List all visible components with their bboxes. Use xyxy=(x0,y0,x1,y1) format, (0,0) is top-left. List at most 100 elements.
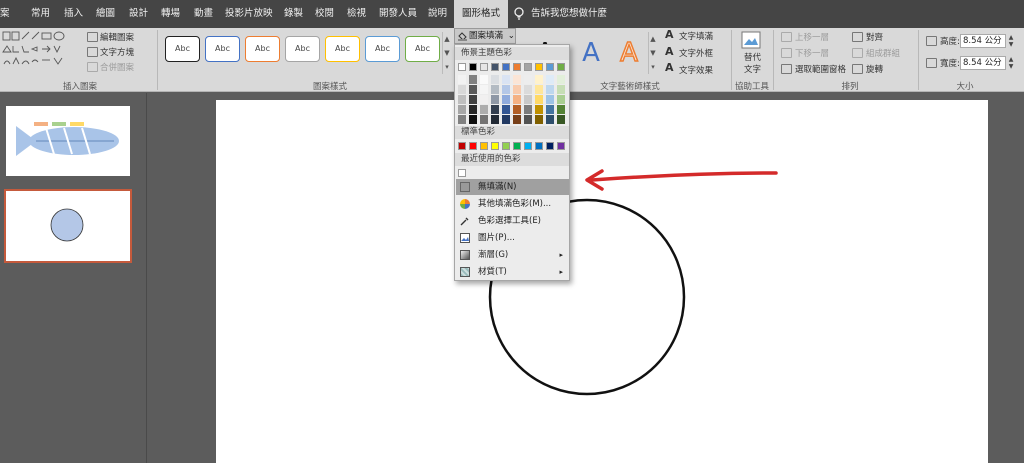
rotate-button[interactable]: 旋轉 xyxy=(866,63,883,75)
theme-shade-swatch[interactable] xyxy=(458,85,466,94)
tab-home[interactable]: 常用 xyxy=(31,0,50,28)
theme-shade-swatch[interactable] xyxy=(502,85,510,94)
theme-shade-swatch[interactable] xyxy=(480,115,488,124)
slide-thumbnail-circle[interactable] xyxy=(4,189,132,263)
edit-shape-button[interactable]: 編輯圖案 xyxy=(100,31,134,43)
wordart-style-2[interactable]: A xyxy=(574,30,608,76)
theme-shade-swatch[interactable] xyxy=(513,115,521,124)
theme-shade-swatch[interactable] xyxy=(524,105,532,114)
wordart-scroll[interactable]: ▲ ▼ ▾ xyxy=(648,32,657,74)
theme-shade-swatch[interactable] xyxy=(557,75,565,84)
shape-style-1[interactable]: Abc xyxy=(165,36,200,62)
theme-shade-swatch[interactable] xyxy=(469,105,477,114)
chevron-down-icon[interactable]: ▼ xyxy=(649,46,657,60)
shape-style-2[interactable]: Abc xyxy=(205,36,240,62)
theme-shade-swatch[interactable] xyxy=(513,95,521,104)
theme-shade-swatch[interactable] xyxy=(491,115,499,124)
alt-text-button-line2[interactable]: 文字 xyxy=(744,63,761,75)
gradient-fill-item[interactable]: 漸層(G) ▸ xyxy=(456,247,569,263)
theme-color-swatch[interactable] xyxy=(469,63,477,71)
theme-color-swatch[interactable] xyxy=(491,63,499,71)
text-effects-button[interactable]: 文字效果 xyxy=(679,64,713,76)
standard-color-swatch[interactable] xyxy=(557,142,565,150)
theme-color-swatch[interactable] xyxy=(557,63,565,71)
theme-shade-swatch[interactable] xyxy=(502,105,510,114)
shape-styles-scroll[interactable]: ▲ ▼ ▾ xyxy=(442,32,451,74)
tab-shape-format[interactable]: 圖形格式 xyxy=(454,0,509,28)
recent-color-white[interactable] xyxy=(458,169,466,177)
theme-shade-swatch[interactable] xyxy=(491,95,499,104)
chevron-down-icon[interactable]: ▼ xyxy=(443,46,451,60)
theme-shade-swatch[interactable] xyxy=(546,75,554,84)
standard-color-swatch[interactable] xyxy=(513,142,521,150)
send-backward-button[interactable]: 下移一層 xyxy=(795,47,829,59)
align-button[interactable]: 對齊 xyxy=(866,31,883,43)
theme-shade-swatch[interactable] xyxy=(546,105,554,114)
tab-insert[interactable]: 插入 xyxy=(64,0,83,28)
theme-shade-swatch[interactable] xyxy=(557,115,565,124)
shape-fill-button[interactable]: 圖案填滿 ⌄ xyxy=(454,28,516,44)
standard-color-swatch[interactable] xyxy=(469,142,477,150)
bring-forward-button[interactable]: 上移一層 xyxy=(795,31,829,43)
height-spinner[interactable]: ▲ ▼ xyxy=(1007,34,1015,48)
tab-animations[interactable]: 動畫 xyxy=(194,0,213,28)
theme-shade-swatch[interactable] xyxy=(535,85,543,94)
text-fill-button[interactable]: 文字填滿 xyxy=(679,30,713,42)
theme-color-swatch[interactable] xyxy=(535,63,543,71)
theme-shade-swatch[interactable] xyxy=(524,115,532,124)
shape-style-4[interactable]: Abc xyxy=(285,36,320,62)
theme-color-swatch[interactable] xyxy=(458,63,466,71)
theme-shade-swatch[interactable] xyxy=(535,75,543,84)
theme-color-swatch[interactable] xyxy=(513,63,521,71)
standard-color-swatch[interactable] xyxy=(535,142,543,150)
theme-shade-swatch[interactable] xyxy=(469,75,477,84)
text-outline-button[interactable]: 文字外框 xyxy=(679,47,713,59)
theme-shade-swatch[interactable] xyxy=(502,115,510,124)
no-fill-item[interactable]: 無填滿(N) xyxy=(456,179,569,195)
standard-color-swatch[interactable] xyxy=(458,142,466,150)
width-spinner[interactable]: ▲ ▼ xyxy=(1007,56,1015,70)
standard-color-swatch[interactable] xyxy=(546,142,554,150)
height-input[interactable]: 8.54 公分 xyxy=(960,34,1006,48)
theme-color-swatch[interactable] xyxy=(480,63,488,71)
theme-shade-swatch[interactable] xyxy=(491,85,499,94)
standard-color-swatch[interactable] xyxy=(524,142,532,150)
theme-shade-swatch[interactable] xyxy=(524,85,532,94)
theme-shade-swatch[interactable] xyxy=(480,95,488,104)
theme-shade-swatch[interactable] xyxy=(458,105,466,114)
text-box-button[interactable]: 文字方塊 xyxy=(100,46,134,58)
theme-shade-swatch[interactable] xyxy=(535,95,543,104)
chevron-up-icon[interactable]: ▲ xyxy=(649,32,657,46)
shape-style-7[interactable]: Abc xyxy=(405,36,440,62)
theme-shade-swatch[interactable] xyxy=(491,75,499,84)
slide-canvas[interactable] xyxy=(216,100,988,463)
shapes-gallery[interactable] xyxy=(2,30,74,74)
theme-shade-swatch[interactable] xyxy=(546,95,554,104)
theme-shade-swatch[interactable] xyxy=(513,85,521,94)
theme-shade-swatch[interactable] xyxy=(535,105,543,114)
shape-style-5[interactable]: Abc xyxy=(325,36,360,62)
theme-shade-swatch[interactable] xyxy=(458,115,466,124)
more-fill-colors-item[interactable]: 其他填滿色彩(M)... xyxy=(456,196,569,212)
tab-file[interactable]: 案 xyxy=(0,0,10,28)
shape-style-3[interactable]: Abc xyxy=(245,36,280,62)
theme-shade-swatch[interactable] xyxy=(480,105,488,114)
tab-draw[interactable]: 繪圖 xyxy=(96,0,115,28)
theme-shade-swatch[interactable] xyxy=(469,95,477,104)
theme-shade-swatch[interactable] xyxy=(502,75,510,84)
alt-text-button-line1[interactable]: 替代 xyxy=(744,51,761,63)
theme-shade-swatch[interactable] xyxy=(469,115,477,124)
theme-shade-swatch[interactable] xyxy=(513,75,521,84)
group-button[interactable]: 組成群組 xyxy=(866,47,900,59)
theme-shade-swatch[interactable] xyxy=(557,105,565,114)
tab-record[interactable]: 錄製 xyxy=(284,0,303,28)
picture-fill-item[interactable]: 圖片(P)... xyxy=(456,230,569,246)
theme-shade-swatch[interactable] xyxy=(513,105,521,114)
theme-shade-swatch[interactable] xyxy=(546,115,554,124)
tab-design[interactable]: 設計 xyxy=(129,0,148,28)
tab-developer[interactable]: 開發人員 xyxy=(379,0,417,28)
theme-shade-swatch[interactable] xyxy=(524,95,532,104)
theme-shade-swatch[interactable] xyxy=(458,75,466,84)
eyedropper-item[interactable]: 色彩選擇工具(E) xyxy=(456,213,569,229)
tab-view[interactable]: 檢視 xyxy=(347,0,366,28)
